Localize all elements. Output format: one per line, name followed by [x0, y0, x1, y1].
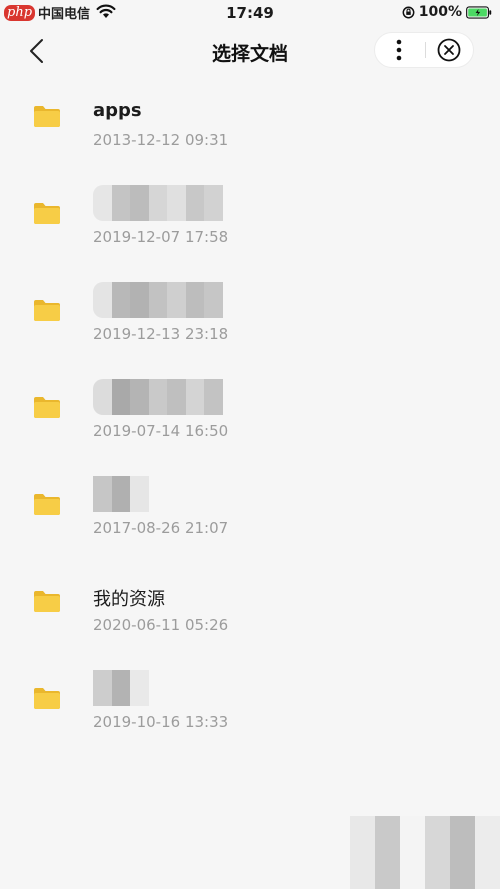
file-date: 2017-08-26 21:07 — [93, 519, 229, 537]
file-item[interactable]: 2019-07-14 16:50 — [0, 365, 500, 461]
file-name: 我的资源 — [93, 589, 165, 610]
file-date: 2019-12-13 23:18 — [93, 325, 229, 343]
file-item[interactable]: 2019-10-16 13:33 — [0, 656, 500, 752]
battery-icon — [466, 5, 492, 19]
corner-watermark-mosaic — [350, 816, 500, 889]
close-circle-icon — [437, 38, 461, 62]
folder-icon — [34, 494, 60, 515]
rotation-lock-icon — [402, 6, 415, 18]
status-right: 100% — [402, 4, 492, 20]
file-item[interactable]: 2019-12-13 23:18 — [0, 268, 500, 364]
folder-icon — [34, 300, 60, 321]
file-item[interactable]: apps 2013-12-12 09:31 — [0, 74, 500, 170]
file-date: 2019-07-14 16:50 — [93, 422, 229, 440]
file-name: apps — [93, 100, 142, 121]
blurred-file-name — [93, 476, 149, 512]
folder-icon — [34, 688, 60, 709]
file-date: 2019-10-16 13:33 — [93, 713, 229, 731]
folder-icon — [34, 203, 60, 224]
file-date: 2013-12-12 09:31 — [93, 131, 229, 149]
blurred-file-name — [93, 670, 149, 706]
app-screen: php 中国电信 17:49 100% 选择文档 apps 2013-12-12… — [0, 0, 500, 889]
more-dots-icon — [396, 39, 402, 61]
file-date: 2019-12-07 17:58 — [93, 228, 229, 246]
mini-program-capsule — [374, 32, 474, 68]
nav-bar: 选择文档 — [0, 26, 500, 74]
file-date: 2020-06-11 05:26 — [93, 616, 229, 634]
status-bar: php 中国电信 17:49 100% — [0, 0, 500, 26]
close-button[interactable] — [426, 33, 473, 67]
blurred-file-name — [93, 379, 223, 415]
blurred-file-name — [93, 282, 223, 318]
folder-icon — [34, 397, 60, 418]
blurred-file-name — [93, 185, 223, 221]
folder-icon — [34, 591, 60, 612]
folder-icon — [34, 106, 60, 127]
more-button[interactable] — [375, 33, 425, 67]
file-item[interactable]: 2019-12-07 17:58 — [0, 171, 500, 267]
battery-percent: 100% — [418, 4, 462, 20]
file-item[interactable]: 我的资源 2020-06-11 05:26 — [0, 559, 500, 655]
file-item[interactable]: 2017-08-26 21:07 — [0, 462, 500, 558]
